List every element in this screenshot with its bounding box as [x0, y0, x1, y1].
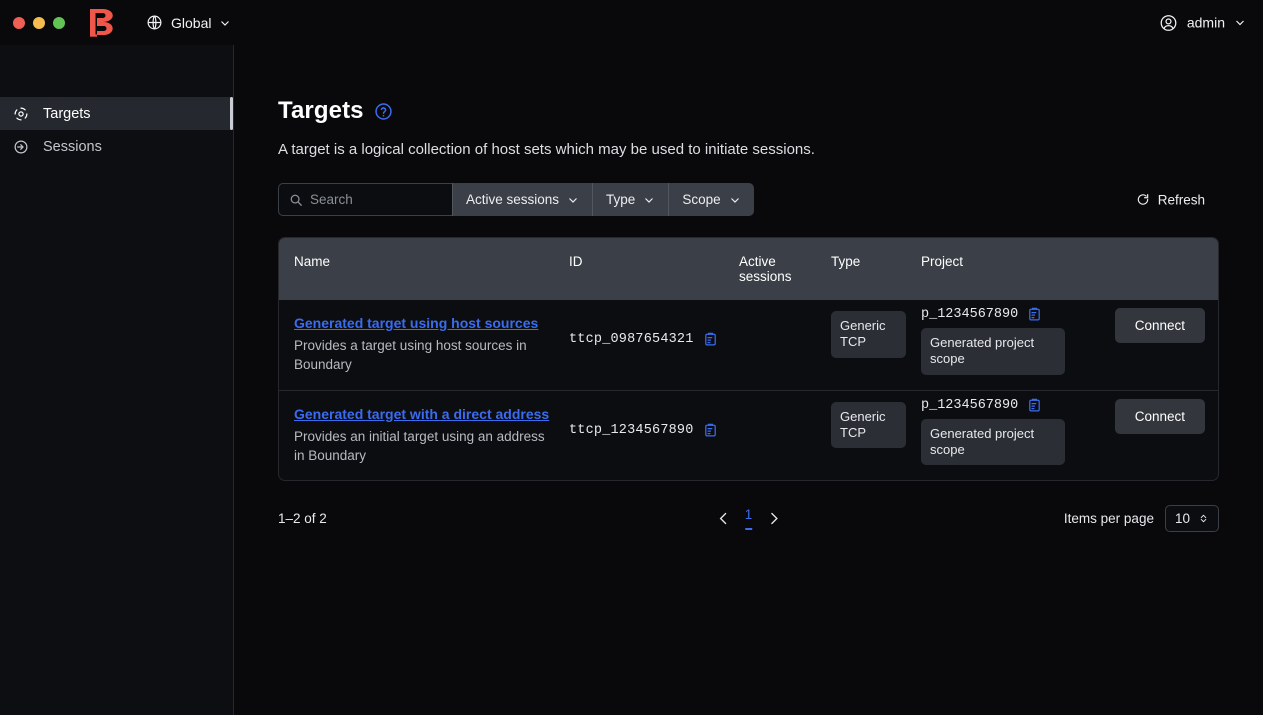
copy-clipboard-icon[interactable]	[703, 423, 718, 438]
type-badge: Generic TCP	[831, 311, 906, 358]
items-per-page-label: Items per page	[1063, 510, 1154, 526]
items-per-page: Items per page 10	[1063, 504, 1219, 532]
session-arrow-icon	[14, 140, 28, 153]
table-row: Generated target with a direct address P…	[279, 390, 1218, 480]
search-input[interactable]: Search	[278, 183, 452, 216]
cell-project: p_1234567890 Generated project scope	[921, 300, 1096, 390]
cell-project: p_1234567890 Generated project scope	[921, 390, 1096, 480]
target-link[interactable]: Generated target using host sources	[294, 315, 538, 331]
page-title: Targets	[278, 97, 364, 124]
main-content: Targets A target is a logical collection…	[234, 45, 1263, 715]
table-row: Generated target using host sources Prov…	[279, 300, 1218, 390]
page-description: A target is a logical collection of host…	[278, 141, 815, 158]
window-traffic-lights	[13, 16, 65, 29]
cell-name: Generated target with a direct address P…	[279, 390, 569, 480]
filter-active-sessions[interactable]: Active sessions	[452, 183, 592, 216]
items-per-page-select[interactable]: 10	[1164, 504, 1219, 532]
window-maximize-button[interactable]	[53, 16, 65, 29]
target-id: ttcp_0987654321	[569, 332, 694, 347]
pagination-prev-button[interactable]	[716, 511, 731, 526]
cell-active-sessions	[739, 300, 831, 390]
column-header-project: Project	[921, 254, 964, 269]
search-placeholder: Search	[310, 192, 353, 207]
target-id: ttcp_1234567890	[569, 422, 694, 438]
column-header-id: ID	[569, 254, 583, 269]
sidebar: Targets Sessions	[0, 45, 234, 715]
copy-clipboard-icon[interactable]	[1027, 398, 1042, 413]
connect-button[interactable]: Connect	[1114, 308, 1205, 343]
connect-button[interactable]: Connect	[1114, 398, 1205, 434]
column-header-actions	[1096, 238, 1218, 300]
cell-name: Generated target using host sources Prov…	[279, 300, 569, 390]
result-range: 1–2 of 2	[278, 510, 327, 526]
sidebar-item-sessions[interactable]: Sessions	[0, 130, 233, 163]
window-close-button[interactable]	[13, 16, 25, 29]
filter-group: Search Active sessions Type Scope	[278, 183, 754, 216]
cell-type: Generic TCP	[831, 300, 921, 390]
target-icon	[14, 107, 28, 120]
project-scope-badge: Generated project scope	[921, 328, 1065, 375]
table-toolbar: Search Active sessions Type Scope Refres…	[278, 183, 1219, 216]
copy-clipboard-icon[interactable]	[703, 332, 718, 347]
refresh-label: Refresh	[1157, 192, 1205, 207]
cell-type: Generic TCP	[831, 390, 921, 480]
target-description: Provides a target using host sources in …	[294, 338, 527, 373]
target-link[interactable]: Generated target with a direct address	[294, 406, 549, 422]
type-badge: Generic TCP	[831, 401, 906, 448]
column-header-active-sessions: Active sessions	[739, 254, 792, 284]
refresh-icon	[1137, 193, 1148, 205]
pagination-page-1[interactable]: 1	[744, 507, 753, 530]
boundary-logo-icon	[90, 8, 113, 37]
project-id: p_1234567890	[921, 307, 1019, 322]
filter-type[interactable]: Type	[592, 183, 668, 216]
chevron-updown-icon	[1200, 514, 1207, 522]
sidebar-item-label: Sessions	[43, 138, 102, 155]
window-minimize-button[interactable]	[33, 16, 45, 29]
help-circle-icon[interactable]	[374, 102, 393, 121]
refresh-button[interactable]: Refresh	[1136, 192, 1205, 207]
search-icon	[290, 194, 302, 206]
chevron-left-icon	[719, 512, 726, 524]
pagination: 1	[716, 507, 782, 530]
filter-scope[interactable]: Scope	[668, 183, 753, 216]
target-description: Provides an initial target using an addr…	[294, 428, 545, 463]
copy-clipboard-icon[interactable]	[1027, 307, 1042, 322]
scope-label: Global	[171, 14, 212, 31]
column-header-name: Name	[294, 254, 331, 269]
scope-picker[interactable]: Global	[140, 10, 237, 35]
cell-actions: Connect	[1096, 390, 1218, 480]
filter-label: Active sessions	[466, 192, 560, 207]
chevron-down-icon	[730, 197, 739, 203]
globe-icon	[147, 15, 162, 30]
sidebar-item-label: Targets	[43, 105, 91, 122]
filter-label: Scope	[682, 192, 721, 207]
chevron-down-icon	[221, 20, 230, 26]
column-header-type: Type	[831, 254, 861, 269]
page-header: Targets	[278, 97, 1263, 125]
cell-id: ttcp_1234567890	[569, 390, 739, 480]
table-header-row: Name ID Active sessions Type Project	[279, 238, 1218, 300]
pagination-next-button[interactable]	[766, 511, 781, 526]
items-per-page-value: 10	[1174, 510, 1190, 526]
chevron-down-icon	[645, 197, 654, 203]
cell-actions: Connect	[1096, 300, 1218, 390]
cell-active-sessions	[739, 390, 831, 480]
project-scope-badge: Generated project scope	[921, 418, 1065, 465]
filter-label: Type	[606, 192, 636, 207]
sidebar-item-targets[interactable]: Targets	[0, 97, 233, 130]
user-label: admin	[1186, 14, 1225, 31]
user-menu[interactable]: admin	[1159, 13, 1246, 32]
user-circle-icon	[1160, 14, 1177, 31]
project-id: p_1234567890	[921, 397, 1019, 413]
chevron-down-icon	[569, 197, 577, 203]
chevron-right-icon	[771, 512, 778, 524]
chevron-down-icon	[1236, 20, 1244, 26]
table-footer: 1–2 of 2 1 Items per page 10	[278, 503, 1219, 533]
window-titlebar: Global admin	[0, 0, 1263, 45]
cell-id: ttcp_0987654321	[569, 300, 739, 390]
targets-table: Name ID Active sessions Type Project Gen…	[278, 237, 1219, 481]
